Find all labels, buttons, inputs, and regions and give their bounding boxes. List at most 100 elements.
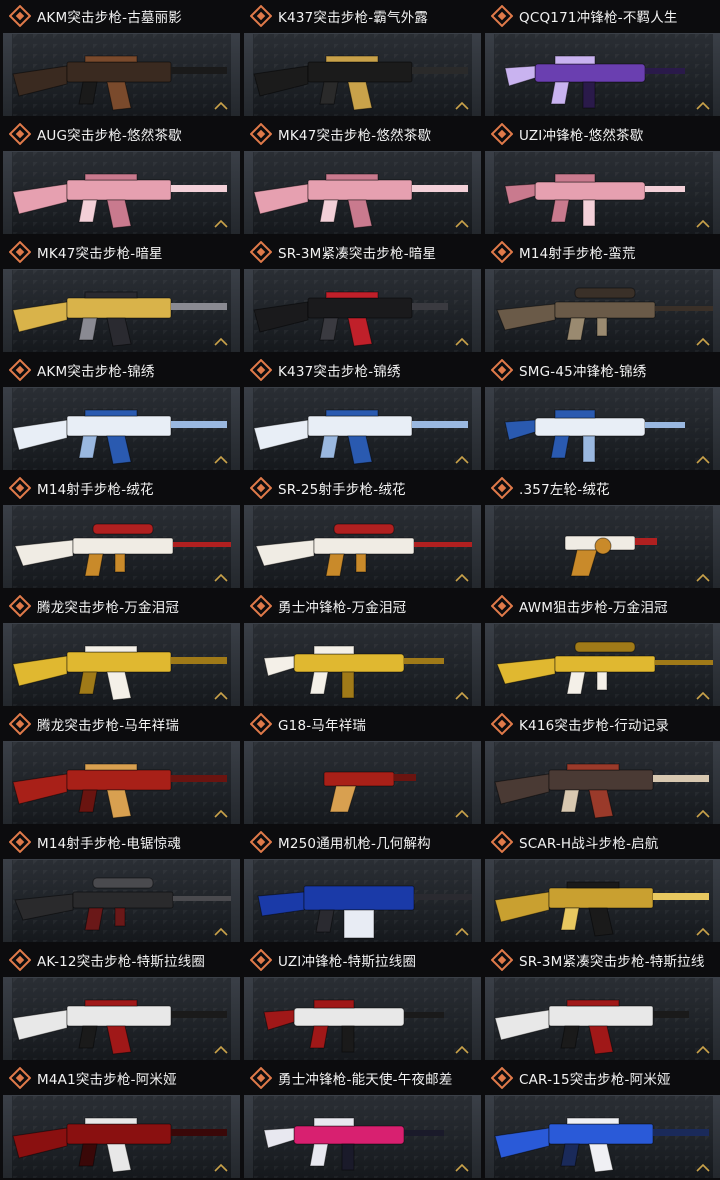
rarity-tag-icon <box>214 691 228 700</box>
card-title: AKM突击步枪-锦绣 <box>3 354 240 386</box>
rarity-tag-icon <box>696 927 710 936</box>
skin-name: G18-马年祥瑞 <box>278 718 367 734</box>
card-edge-right <box>713 152 720 234</box>
card-title: UZI冲锋枪-悠然茶歇 <box>485 118 720 150</box>
assault-rifle-icon <box>12 645 227 701</box>
rarity-tag-icon <box>455 1163 469 1172</box>
weapon-preview <box>3 151 240 234</box>
assault-rifle-icon <box>494 763 709 819</box>
weapon-skin-grid: AKM突击步枪-古墓丽影 K437突击步枪-霸气外露 QCQ171冲锋枪-不羁人生 A… <box>0 0 720 1180</box>
diamond-bullet-icon <box>8 594 32 618</box>
weapon-preview <box>485 269 720 352</box>
weapon-skin-card[interactable]: AWM狙击步枪-万金泪冠 <box>485 590 720 708</box>
skin-name: AKM突击步枪-锦绣 <box>37 364 155 380</box>
card-edge-right <box>472 1096 481 1178</box>
rarity-tag-icon <box>214 1045 228 1054</box>
weapon-skin-card[interactable]: K437突击步枪-霸气外露 <box>244 0 481 118</box>
weapon-preview <box>485 151 720 234</box>
weapon-skin-card[interactable]: 腾龙突击步枪-万金泪冠 <box>3 590 240 708</box>
smg-icon <box>504 173 685 227</box>
diamond-bullet-icon <box>490 240 514 264</box>
weapon-skin-card[interactable]: K416突击步枪-行动记录 <box>485 708 720 826</box>
weapon-skin-card[interactable]: CAR-15突击步枪-阿米娅 <box>485 1062 720 1180</box>
weapon-skin-card[interactable]: G18-马年祥瑞 <box>244 708 481 826</box>
rarity-tag-icon <box>696 809 710 818</box>
weapon-skin-card[interactable]: SR-3M紧凑突击步枪-特斯拉线 <box>485 944 720 1062</box>
skin-name: .357左轮-绒花 <box>519 482 610 498</box>
card-edge-right <box>713 506 720 588</box>
rarity-tag-icon <box>696 1163 710 1172</box>
weapon-skin-card[interactable]: SR-25射手步枪-绒花 <box>244 472 481 590</box>
skin-name: SR-25射手步枪-绒花 <box>278 482 406 498</box>
card-title: CAR-15突击步枪-阿米娅 <box>485 1062 720 1094</box>
weapon-preview <box>485 859 720 942</box>
weapon-skin-card[interactable]: M14射手步枪-绒花 <box>3 472 240 590</box>
marksman-rifle-icon <box>14 523 231 577</box>
weapon-preview <box>3 1095 240 1178</box>
diamond-bullet-icon <box>249 712 273 736</box>
weapon-skin-card[interactable]: K437突击步枪-锦绣 <box>244 354 481 472</box>
skin-name: AKM突击步枪-古墓丽影 <box>37 10 183 26</box>
weapon-skin-card[interactable]: .357左轮-绒花 <box>485 472 720 590</box>
card-title: M14射手步枪-绒花 <box>3 472 240 504</box>
card-title: 腾龙突击步枪-万金泪冠 <box>3 590 240 622</box>
card-title: 勇士冲锋枪-能天使-午夜邮差 <box>244 1062 481 1094</box>
rarity-tag-icon <box>214 809 228 818</box>
rarity-tag-icon <box>696 219 710 228</box>
weapon-skin-card[interactable]: 勇士冲锋枪-万金泪冠 <box>244 590 481 708</box>
card-edge-right <box>472 506 481 588</box>
card-edge-right <box>713 978 720 1060</box>
weapon-skin-card[interactable]: AKM突击步枪-古墓丽影 <box>3 0 240 118</box>
weapon-skin-card[interactable]: M14射手步枪-电锯惊魂 <box>3 826 240 944</box>
weapon-skin-card[interactable]: MK47突击步枪-悠然茶歇 <box>244 118 481 236</box>
rarity-tag-icon <box>455 809 469 818</box>
weapon-skin-card[interactable]: UZI冲锋枪-特斯拉线圈 <box>244 944 481 1062</box>
card-title: MK47突击步枪-悠然茶歇 <box>244 118 481 150</box>
weapon-skin-card[interactable]: M250通用机枪-几何解构 <box>244 826 481 944</box>
card-title: AKM突击步枪-古墓丽影 <box>3 0 240 32</box>
weapon-preview <box>3 387 240 470</box>
card-title: AK-12突击步枪-特斯拉线圈 <box>3 944 240 976</box>
pistol-icon <box>323 771 416 813</box>
card-edge-right <box>472 860 481 942</box>
weapon-skin-card[interactable]: SR-3M紧凑突击步枪-暗星 <box>244 236 481 354</box>
weapon-skin-card[interactable]: AKM突击步枪-锦绣 <box>3 354 240 472</box>
diamond-bullet-icon <box>490 948 514 972</box>
diamond-bullet-icon <box>8 358 32 382</box>
weapon-skin-card[interactable]: 勇士冲锋枪-能天使-午夜邮差 <box>244 1062 481 1180</box>
diamond-bullet-icon <box>249 1066 273 1090</box>
revolver-icon <box>564 535 657 577</box>
assault-rifle-icon <box>12 291 227 347</box>
rarity-tag-icon <box>214 927 228 936</box>
weapon-preview <box>485 741 720 824</box>
weapon-skin-card[interactable]: QCQ171冲锋枪-不羁人生 <box>485 0 720 118</box>
diamond-bullet-icon <box>249 830 273 854</box>
weapon-skin-card[interactable]: AK-12突击步枪-特斯拉线圈 <box>3 944 240 1062</box>
rarity-tag-icon <box>455 101 469 110</box>
card-edge-right <box>472 34 481 116</box>
skin-name: 腾龙突击步枪-万金泪冠 <box>37 600 180 616</box>
weapon-skin-card[interactable]: M14射手步枪-蛮荒 <box>485 236 720 354</box>
rarity-tag-icon <box>455 927 469 936</box>
weapon-skin-card[interactable]: M4A1突击步枪-阿米娅 <box>3 1062 240 1180</box>
marksman-rifle-icon <box>496 287 713 341</box>
assault-rifle-icon <box>12 999 227 1055</box>
diamond-bullet-icon <box>490 4 514 28</box>
rarity-tag-icon <box>455 691 469 700</box>
weapon-skin-card[interactable]: SCAR-H战斗步枪-启航 <box>485 826 720 944</box>
weapon-skin-card[interactable]: MK47突击步枪-暗星 <box>3 236 240 354</box>
weapon-skin-card[interactable]: UZI冲锋枪-悠然茶歇 <box>485 118 720 236</box>
weapon-skin-card[interactable]: AUG突击步枪-悠然茶歇 <box>3 118 240 236</box>
assault-rifle-icon <box>253 55 468 111</box>
diamond-bullet-icon <box>490 122 514 146</box>
diamond-bullet-icon <box>249 240 273 264</box>
skin-name: K437突击步枪-霸气外露 <box>278 10 429 26</box>
smg-icon <box>263 645 444 699</box>
rarity-tag-icon <box>214 1163 228 1172</box>
card-title: K437突击步枪-锦绣 <box>244 354 481 386</box>
skin-name: CAR-15突击步枪-阿米娅 <box>519 1072 671 1088</box>
weapon-skin-card[interactable]: 腾龙突击步枪-马年祥瑞 <box>3 708 240 826</box>
weapon-skin-card[interactable]: SMG-45冲锋枪-锦绣 <box>485 354 720 472</box>
card-title: AWM狙击步枪-万金泪冠 <box>485 590 720 622</box>
card-edge-right <box>231 270 240 352</box>
